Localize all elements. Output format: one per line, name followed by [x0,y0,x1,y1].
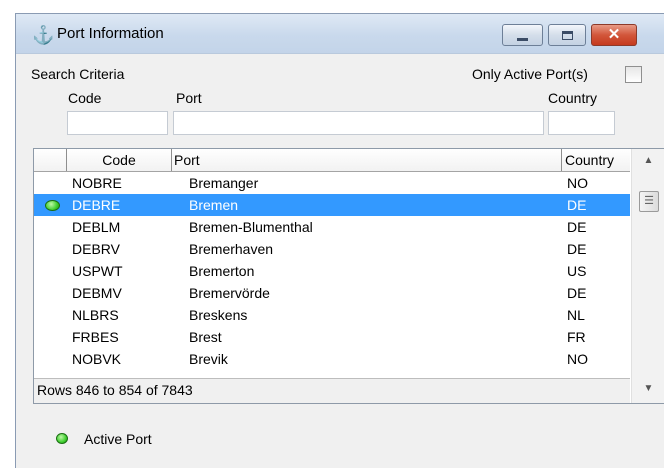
cell-code: DEBRE [72,197,121,213]
maximize-button[interactable] [548,24,586,46]
table-row[interactable]: NOBVK Brevik NO [34,348,630,370]
cell-code: DEBRV [72,241,120,257]
only-active-label: Only Active Port(s) [472,66,588,82]
cell-port: Bremanger [189,175,259,191]
cell-country: NO [567,351,588,367]
window-title: Port Information [57,25,164,42]
only-active-checkbox[interactable] [625,66,642,83]
cell-code: FRBES [72,329,119,345]
title-bar[interactable]: ⚓ Port Information ✕ [16,14,664,54]
port-column-label: Port [176,90,202,106]
close-icon: ✕ [607,26,621,43]
maximize-icon [561,30,573,40]
row-count-status: Rows 846 to 854 of 7843 [37,382,193,398]
header-code[interactable]: Code [67,149,172,171]
grid-header: Code Port Country [34,149,630,172]
table-row[interactable]: NOBRE Bremanger NO [34,172,630,194]
cell-port: Bremerton [189,263,255,279]
cell-port: Brevik [189,351,228,367]
active-port-icon [45,200,60,211]
country-column-label: Country [548,90,598,106]
port-information-window: ⚓ Port Information ✕ Search Criteria Onl… [15,13,664,468]
code-search-input[interactable] [67,111,168,135]
scroll-thumb[interactable]: ☰ [639,191,659,212]
cell-code: DEBMV [72,285,122,301]
cell-code: USPWT [72,263,123,279]
grip-icon: ☰ [644,195,654,207]
scroll-down-arrow-icon[interactable]: ▼ [632,383,664,394]
cell-port: Brest [189,329,222,345]
vertical-scrollbar[interactable]: ▲ ☰ ▼ [631,149,664,403]
header-indicator-cell [34,149,67,171]
search-criteria-label: Search Criteria [31,66,125,82]
cell-port: Bremen-Blumenthal [189,219,313,235]
cell-code: DEBLM [72,219,121,235]
grid-footer: Rows 846 to 854 of 7843 [34,378,630,403]
header-port[interactable]: Port [172,149,562,171]
minimize-icon [517,37,528,41]
close-button[interactable]: ✕ [591,24,637,46]
cell-code: NOBVK [72,351,122,367]
table-row[interactable]: DEBMV Bremervörde DE [34,282,630,304]
cell-country: NO [567,175,588,191]
table-row[interactable]: DEBRV Bremerhaven DE [34,238,630,260]
code-column-label: Code [68,90,102,106]
cell-code: NLBRS [72,307,119,323]
grid-rows: NOBRE Bremanger NO DEBRE Bremen DE DEBLM Bremen… [34,172,630,370]
cell-port: Bremerhaven [189,241,274,257]
active-port-legend-label: Active Port [84,431,152,447]
table-row[interactable]: NLBRS Breskens NL [34,304,630,326]
cell-country: FR [567,329,586,345]
cell-country: DE [567,197,587,213]
anchor-icon: ⚓ [32,25,55,45]
minimize-button[interactable] [502,24,543,46]
header-country[interactable]: Country [562,149,629,171]
table-row[interactable]: FRBES Brest FR [34,326,630,348]
table-row[interactable]: USPWT Bremerton US [34,260,630,282]
table-row[interactable]: DEBRE Bremen DE [34,194,630,216]
active-port-legend-icon [56,433,68,444]
cell-country: DE [567,241,587,257]
cell-country: DE [567,219,587,235]
country-search-input[interactable] [548,111,615,135]
table-row[interactable]: DEBLM Bremen-Blumenthal DE [34,216,630,238]
cell-port: Bremen [189,197,239,213]
cell-port: Breskens [189,307,248,323]
cell-country: US [567,263,587,279]
port-search-input[interactable] [173,111,544,135]
cell-country: DE [567,285,587,301]
cell-port: Bremervörde [189,285,270,301]
cell-country: NL [567,307,585,323]
cell-code: NOBRE [72,175,122,191]
ports-grid: Code Port Country NOBRE Bremanger NO DEBRE B… [33,148,664,404]
scroll-up-arrow-icon[interactable]: ▲ [632,155,664,166]
